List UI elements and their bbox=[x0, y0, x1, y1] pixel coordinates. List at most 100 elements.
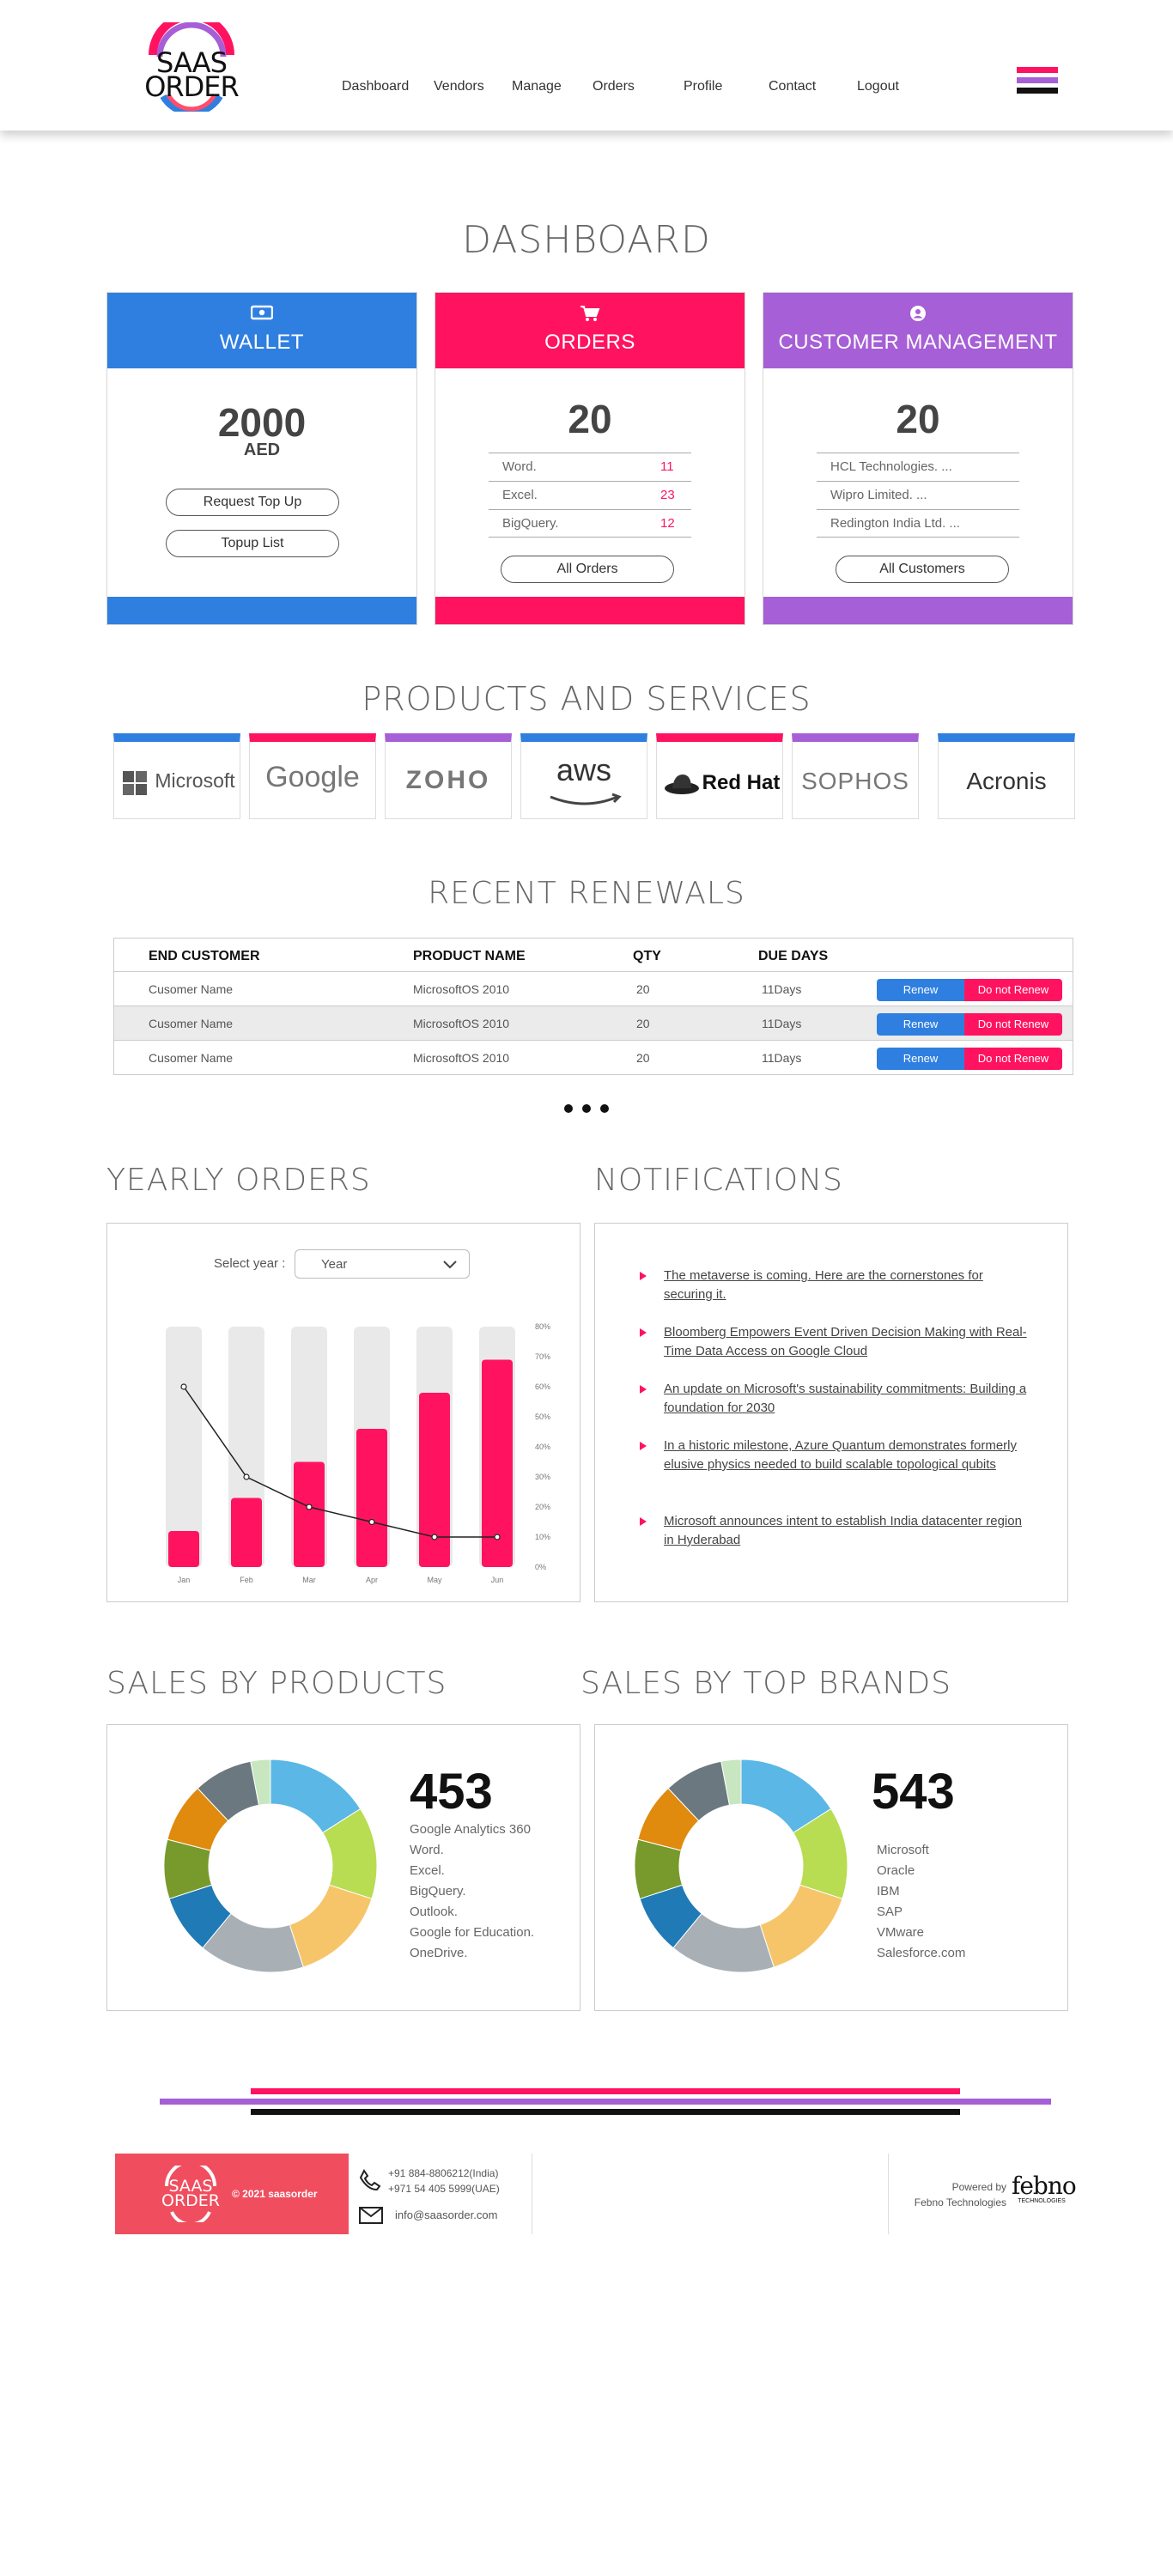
legend-item: Salesforce.com bbox=[877, 1946, 966, 1960]
y-tick-label: 80% bbox=[535, 1322, 550, 1331]
nav-dashboard[interactable]: Dashboard bbox=[342, 79, 409, 94]
orders-count: 20 bbox=[568, 397, 612, 441]
request-topup-button[interactable]: Request Top Up bbox=[166, 489, 339, 516]
renew-button[interactable]: Renew bbox=[877, 979, 964, 1001]
line-point bbox=[306, 1504, 313, 1510]
febno-logo[interactable]: febno TECHNOLOGIES bbox=[1012, 2174, 1077, 2205]
notification-item[interactable]: In a historic milestone, Azure Quantum d… bbox=[664, 1437, 1033, 1474]
cell-product: MicrosoftOS 2010 bbox=[413, 1051, 510, 1065]
list-item[interactable]: HCL Technologies. ... bbox=[817, 453, 1019, 481]
year-select[interactable]: Year bbox=[295, 1249, 470, 1279]
renewals-title: RECENT RENEWALS bbox=[428, 876, 745, 911]
x-tick-label: Feb bbox=[240, 1576, 253, 1584]
redhat-logo-icon bbox=[665, 775, 699, 794]
line-point bbox=[180, 1383, 187, 1390]
footer-email[interactable]: info@saasorder.com bbox=[395, 2208, 497, 2221]
febno-logo-sub: TECHNOLOGIES bbox=[1018, 2198, 1066, 2204]
aws-smile-icon bbox=[550, 793, 622, 805]
nav-vendors[interactable]: Vendors bbox=[434, 79, 484, 94]
all-customers-button[interactable]: All Customers bbox=[836, 556, 1009, 583]
company-name: Febno Technologies bbox=[914, 2196, 1006, 2208]
topup-list-button[interactable]: Topup List bbox=[166, 530, 339, 557]
customers-card-footer bbox=[763, 597, 1073, 624]
nav-logout[interactable]: Logout bbox=[857, 79, 899, 94]
saasorder-logo[interactable]: SAAS ORDER bbox=[137, 22, 246, 112]
table-row: Cusomer Name MicrosoftOS 2010 20 11Days … bbox=[114, 1040, 1073, 1074]
products-total: 453 bbox=[410, 1764, 493, 1820]
table-row: Cusomer Name MicrosoftOS 2010 20 11Days … bbox=[114, 1005, 1073, 1040]
footer-logo-bottom: ORDER bbox=[161, 2191, 220, 2210]
cell-customer: Cusomer Name bbox=[149, 1051, 234, 1065]
nav-contact[interactable]: Contact bbox=[769, 79, 816, 94]
customers-count: 20 bbox=[896, 397, 940, 441]
nav-profile[interactable]: Profile bbox=[684, 79, 722, 94]
do-not-renew-button[interactable]: Do not Renew bbox=[964, 1013, 1062, 1036]
notification-item[interactable]: The metaverse is coming. Here are the co… bbox=[664, 1267, 1033, 1304]
brand-redhat[interactable]: Red Hat bbox=[656, 733, 783, 819]
brand-acronis[interactable]: Acronis bbox=[938, 733, 1075, 819]
notification-item[interactable]: Microsoft announces intent to establish … bbox=[664, 1512, 1033, 1550]
brand-microsoft[interactable]: Microsoft bbox=[113, 733, 240, 819]
year-select-value: Year bbox=[321, 1257, 348, 1272]
brand-label: aws bbox=[556, 752, 612, 787]
notifications-panel: The metaverse is coming. Here are the co… bbox=[594, 1223, 1068, 1602]
renew-button[interactable]: Renew bbox=[877, 1013, 964, 1036]
cell-due: 11Days bbox=[762, 1017, 802, 1030]
orders-list: Word. 11 Excel. 23 BigQuery. 12 bbox=[489, 453, 691, 538]
phone-india[interactable]: +91 884-8806212(India) bbox=[388, 2166, 500, 2181]
nav-manage[interactable]: Manage bbox=[512, 79, 562, 94]
brands-donut-chart bbox=[634, 1759, 848, 1973]
list-item[interactable]: Excel. 23 bbox=[489, 481, 691, 509]
email-icon bbox=[359, 2207, 383, 2224]
brands-total: 543 bbox=[872, 1764, 955, 1820]
footer-phones: +91 884-8806212(India) +971 54 405 5999(… bbox=[388, 2166, 500, 2196]
powered-by-label: Powered by bbox=[951, 2181, 1006, 2193]
do-not-renew-button[interactable]: Do not Renew bbox=[964, 979, 1062, 1001]
line-point bbox=[368, 1518, 375, 1526]
bullet-arrow-icon bbox=[640, 1385, 647, 1394]
renew-button[interactable]: Renew bbox=[877, 1048, 964, 1070]
yearly-orders-chart: Jan Feb Mar Apr May Jun 0% 10% 20% 30% 40% 50% 60% 70… bbox=[166, 1322, 550, 1584]
list-item[interactable]: Redington India Ltd. ... bbox=[817, 509, 1019, 538]
brand-aws[interactable]: aws bbox=[520, 733, 647, 819]
legend-item: VMware bbox=[877, 1925, 925, 1940]
footer-powered: Powered by Febno Technologies febno TECH… bbox=[888, 2154, 1077, 2234]
notification-item[interactable]: An update on Microsoft's sustainability … bbox=[664, 1380, 1033, 1418]
cell-customer: Cusomer Name bbox=[149, 982, 234, 996]
all-orders-button[interactable]: All Orders bbox=[501, 556, 674, 583]
customers-card-header: CUSTOMER MANAGEMENT bbox=[763, 293, 1073, 368]
sales-products-panel: 453 Google Analytics 360 Word. Excel. Bi… bbox=[106, 1724, 580, 2011]
list-item[interactable]: BigQuery. 12 bbox=[489, 509, 691, 538]
cell-product: MicrosoftOS 2010 bbox=[413, 1017, 510, 1030]
legend-item: Outlook. bbox=[410, 1905, 458, 1919]
list-item[interactable]: Word. 11 bbox=[489, 453, 691, 481]
legend-item: IBM bbox=[877, 1884, 900, 1899]
user-circle-icon bbox=[763, 305, 1073, 327]
cell-qty: 20 bbox=[636, 1051, 650, 1065]
list-item[interactable]: Wipro Limited. ... bbox=[817, 481, 1019, 509]
brand-sophos[interactable]: SOPHOS bbox=[792, 733, 919, 819]
footer-logo: SAAS ORDER bbox=[158, 2178, 223, 2210]
legend-item: Excel. bbox=[410, 1863, 445, 1878]
cell-qty: 20 bbox=[636, 982, 650, 996]
menu-icon[interactable] bbox=[1017, 67, 1058, 96]
footer-copyright: © 2021 saasorder bbox=[232, 2188, 318, 2200]
col-end-customer: END CUSTOMER bbox=[149, 949, 260, 963]
brand-google[interactable]: Google bbox=[249, 733, 376, 819]
wallet-card: WALLET 2000 AED Request Top Up Topup Lis… bbox=[106, 292, 417, 625]
cell-customer: Cusomer Name bbox=[149, 1017, 234, 1030]
brand-zoho[interactable]: ZOHO bbox=[385, 733, 512, 819]
notification-item[interactable]: Bloomberg Empowers Event Driven Decision… bbox=[664, 1323, 1033, 1361]
legend-item: BigQuery. bbox=[410, 1884, 466, 1899]
bar-apr bbox=[356, 1429, 387, 1567]
orders-card-header: ORDERS bbox=[435, 293, 745, 368]
phone-uae[interactable]: +971 54 405 5999(UAE) bbox=[388, 2181, 500, 2196]
legend-item: SAP bbox=[877, 1905, 903, 1919]
do-not-renew-button[interactable]: Do not Renew bbox=[964, 1048, 1062, 1070]
brands-legend: Microsoft Oracle IBM SAP VMware Salesfor… bbox=[877, 1840, 965, 1964]
more-dots-icon[interactable] bbox=[563, 1103, 610, 1113]
nav-orders[interactable]: Orders bbox=[593, 79, 635, 94]
bar-feb bbox=[231, 1498, 262, 1567]
page-title: DASHBOARD bbox=[462, 218, 711, 262]
wallet-title: WALLET bbox=[219, 331, 305, 354]
